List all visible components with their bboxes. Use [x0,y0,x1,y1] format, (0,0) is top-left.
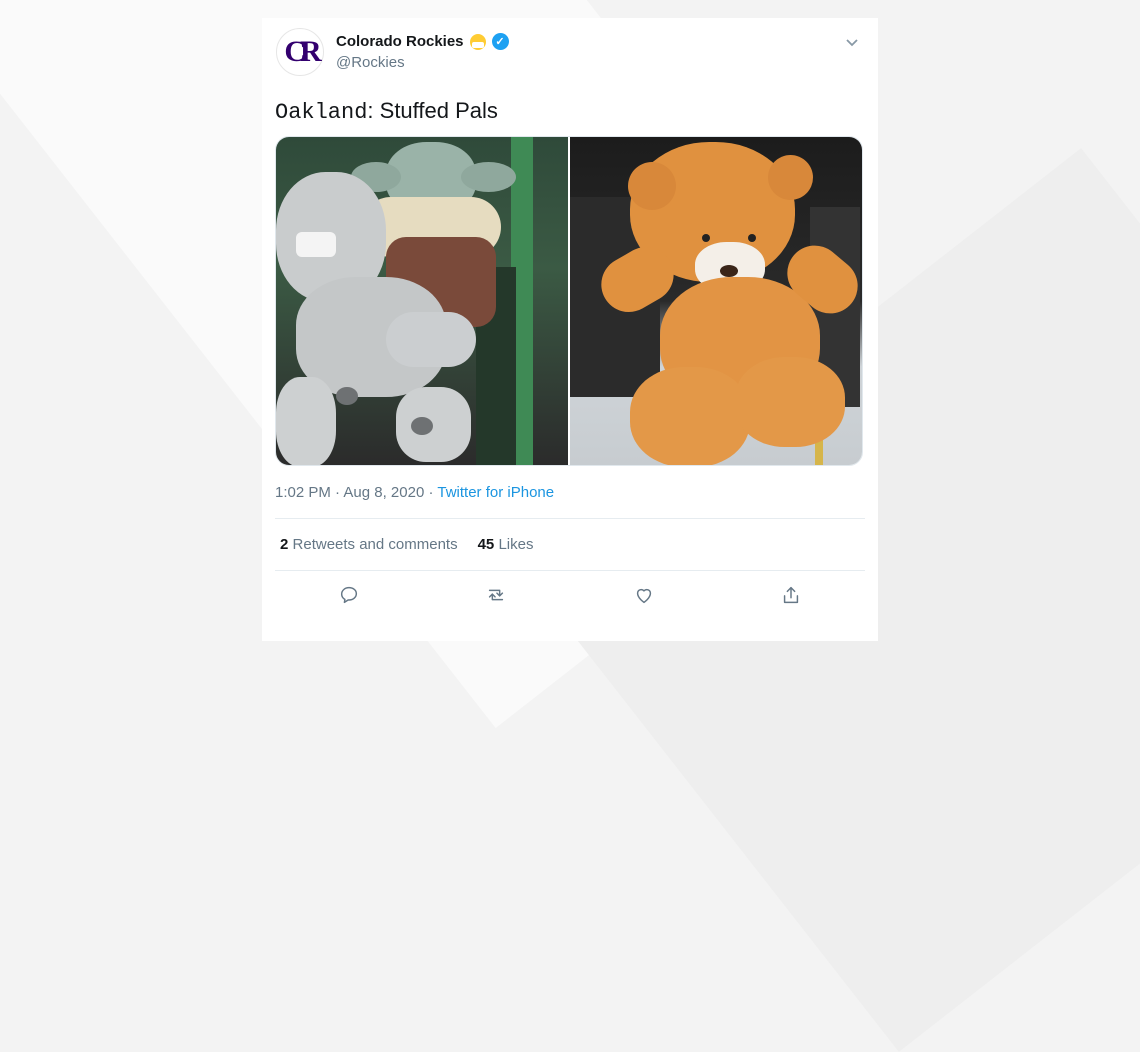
tweet-metadata: 1:02 PM · Aug 8, 2020 · Twitter for iPho… [275,484,554,501]
tweet-text-body: : Stuffed Pals [367,98,498,123]
elephant-leg [386,312,476,367]
retweets-count: 2 [280,536,289,553]
photo-teddy-bear[interactable] [570,137,862,465]
bear-leg [630,367,750,465]
tweet-date[interactable]: Aug 8, 2020 [343,484,424,501]
author-handle[interactable]: @Rockies [336,54,405,71]
elephant-leg [276,377,336,465]
bear-eye [702,234,710,242]
bear-nose [720,265,738,277]
share-icon[interactable] [779,583,803,607]
reply-icon[interactable] [337,583,361,607]
tweet-source-link[interactable]: Twitter for iPhone [437,484,554,501]
retweets-stat[interactable]: 2 Retweets and comments [280,536,458,553]
heart-icon[interactable] [632,583,656,607]
photo-stuffed-animals[interactable] [276,137,568,465]
elephant-foot-pad [336,387,358,405]
elephant-mask [296,232,336,257]
bear-leg [735,357,845,447]
author-row: Colorado Rockies ✓ [336,33,509,50]
elephant-foot-pad [411,417,433,435]
tweet-text-location: Oakland [275,100,368,125]
media-grid [275,136,863,466]
bear-eye [748,234,756,242]
bear-ear [628,162,676,210]
elephant-foot [396,387,471,462]
face-with-mask-icon [469,33,486,50]
tweet-card: CR Colorado Rockies ✓ @Rockies Oakland: … [262,18,878,641]
engagement-stats: 2 Retweets and comments 45 Likes [280,536,533,553]
likes-count: 45 [477,536,495,553]
chevron-down-icon[interactable] [842,32,862,52]
retweet-icon[interactable] [484,583,508,607]
rockies-logo: CR [284,35,321,68]
action-bar [275,583,865,607]
tweet-time[interactable]: 1:02 PM [275,484,331,501]
divider [275,518,865,519]
verified-badge-icon: ✓ [491,33,509,50]
avatar[interactable]: CR [276,28,324,76]
yoda-ear [461,162,516,192]
likes-label: Likes [498,536,534,553]
likes-stat[interactable]: 45 Likes [478,536,534,553]
bear-ear [768,155,813,200]
divider [275,570,865,571]
retweets-label: Retweets and comments [292,536,458,553]
author-name[interactable]: Colorado Rockies [336,33,464,50]
tweet-text: Oakland: Stuffed Pals [275,98,498,125]
